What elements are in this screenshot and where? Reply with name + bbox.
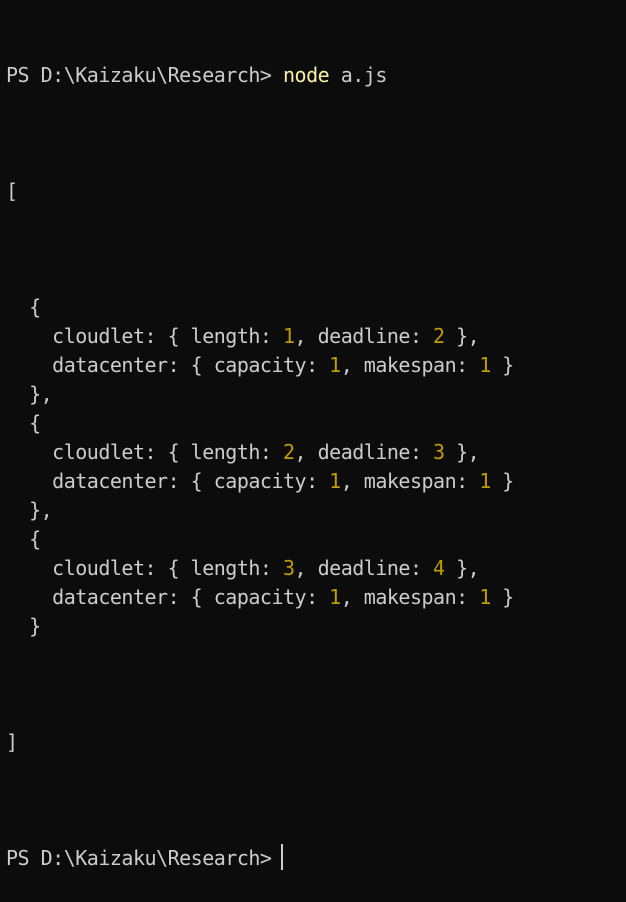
cloudlet-line: cloudlet: { length: 1, deadline: 2 }, (6, 324, 480, 348)
command-args: a.js (340, 63, 388, 87)
output-open-bracket: [ (6, 179, 18, 203)
datacenter-makespan-value: 1 (479, 469, 491, 493)
datacenter-line: datacenter: { capacity: 1, makespan: 1 } (6, 353, 514, 377)
final-prompt-line[interactable]: PS D:\Kaizaku\Research> (6, 844, 626, 873)
object-close-brace: }, (6, 382, 53, 406)
final-prompt-path: PS D:\Kaizaku\Research> (6, 846, 272, 870)
cloudlet-length-value: 2 (282, 440, 295, 464)
cloudlet-deadline-value: 3 (433, 440, 445, 464)
datacenter-capacity-value: 1 (329, 353, 341, 377)
cloudlet-line: cloudlet: { length: 2, deadline: 3 }, (6, 440, 480, 464)
datacenter-makespan-value: 1 (479, 585, 491, 609)
cloudlet-deadline-value: 2 (433, 324, 445, 348)
datacenter-makespan-value: 1 (479, 353, 491, 377)
output-close-bracket: ] (6, 730, 18, 754)
cloudlet-length-value: 1 (282, 324, 295, 348)
output-items: { cloudlet: { length: 1, deadline: 2 }, … (6, 293, 626, 641)
datacenter-line: datacenter: { capacity: 1, makespan: 1 } (6, 469, 514, 493)
object-open-brace: { (6, 411, 41, 435)
command-line: PS D:\Kaizaku\Research> node a.js (6, 61, 626, 90)
datacenter-capacity-value: 1 (329, 469, 341, 493)
command-name: node (283, 63, 330, 87)
object-open-brace: { (6, 295, 41, 319)
object-close-brace: } (6, 614, 41, 638)
datacenter-capacity-value: 1 (329, 585, 341, 609)
object-open-brace: { (6, 527, 41, 551)
object-close-brace: }, (6, 498, 53, 522)
terminal-window[interactable]: PS D:\Kaizaku\Research> node a.js [ { cl… (0, 0, 626, 870)
datacenter-line: datacenter: { capacity: 1, makespan: 1 } (6, 585, 514, 609)
cloudlet-deadline-value: 4 (433, 556, 445, 580)
prompt-path: PS D:\Kaizaku\Research> (6, 63, 272, 87)
text-cursor (281, 844, 284, 870)
cloudlet-line: cloudlet: { length: 3, deadline: 4 }, (6, 556, 480, 580)
cloudlet-length-value: 3 (282, 556, 295, 580)
